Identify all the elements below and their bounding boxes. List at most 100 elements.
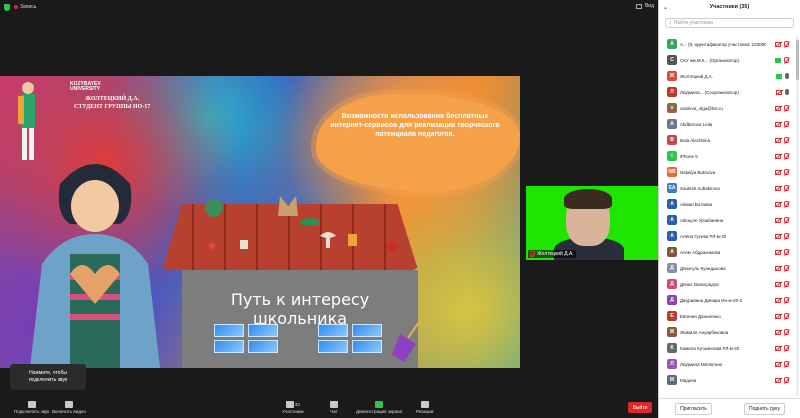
participant-name: Людмила... (Соорганизатор) bbox=[680, 89, 739, 95]
muted-mic-icon bbox=[530, 251, 535, 257]
participant-row[interactable]: А Айман Ботаева bbox=[659, 196, 800, 212]
video-button[interactable]: Включить видео bbox=[52, 401, 86, 414]
participant-row[interactable]: А Асем Абдрахимова bbox=[659, 244, 800, 260]
mic-off-icon bbox=[784, 313, 789, 319]
audio-toast[interactable]: Нажмите, чтобы подключить звук bbox=[10, 364, 86, 390]
participant-name: Мадина bbox=[680, 377, 697, 383]
participant-name: СКУ им.М.К... (Организатор) bbox=[680, 57, 740, 63]
reactions-button[interactable]: Реакции bbox=[416, 401, 433, 414]
mic-off-icon bbox=[784, 201, 789, 207]
mic-off-icon bbox=[784, 185, 789, 191]
meeting-topbar: Запись Вид bbox=[0, 0, 658, 14]
participant-name: Алёна Гусева РЛ-м-20 bbox=[680, 233, 727, 239]
mic-off-icon bbox=[784, 217, 789, 223]
participant-name: Евгения Даниленко bbox=[680, 313, 721, 319]
avatar: М bbox=[667, 375, 677, 385]
avatar: Д bbox=[667, 295, 677, 305]
share-screen-icon bbox=[374, 401, 383, 408]
view-button[interactable]: Вид bbox=[635, 3, 654, 9]
shared-screen-slide: KOZYBAYEV UNIVERSITY ЖОЛТЕЦКИЙ Д.А. СТУД… bbox=[0, 76, 520, 368]
video-name-tag: Жолтецкий Д.А. bbox=[528, 250, 576, 258]
avatar: К bbox=[667, 343, 677, 353]
mic-off-icon bbox=[784, 345, 789, 351]
leave-button[interactable]: Выйти bbox=[628, 402, 652, 413]
participant-row[interactable]: Е Евгения Даниленко bbox=[659, 308, 800, 324]
chevron-down-icon[interactable]: ⌄ bbox=[663, 4, 668, 11]
participant-row[interactable]: Д Джуравина Динара Ин-м-20-2 bbox=[659, 292, 800, 308]
camera-off-icon bbox=[775, 201, 781, 207]
chat-button[interactable]: Чат bbox=[330, 401, 338, 414]
participant-row[interactable]: A А... (9, идентификатор участника: 23305… bbox=[659, 36, 800, 52]
participant-row[interactable]: М Мадина bbox=[659, 372, 800, 388]
avatar: B bbox=[667, 135, 677, 145]
camera-off-icon bbox=[775, 121, 781, 127]
participants-button[interactable]: 33 Участники bbox=[282, 401, 304, 414]
participant-row[interactable]: NB Nataliya Bubnova bbox=[659, 164, 800, 180]
camera-off-icon bbox=[775, 217, 781, 223]
search-placeholder: Найти участника bbox=[673, 20, 713, 26]
camera-off-icon bbox=[775, 313, 781, 319]
participant-row[interactable]: A Akdberova Leila bbox=[659, 116, 800, 132]
logo-line2: UNIVERSITY bbox=[70, 86, 101, 92]
scrollbar-thumb[interactable] bbox=[796, 40, 799, 80]
audio-button[interactable]: Подключить звук bbox=[14, 401, 49, 414]
avatar: С bbox=[667, 55, 677, 65]
participant-row[interactable]: А Айсауле Урзабаевна bbox=[659, 212, 800, 228]
participant-search[interactable]: ⌕ Найти участника bbox=[665, 18, 794, 28]
participant-status bbox=[776, 73, 789, 79]
share-screen-button[interactable]: Демонстрация экрана bbox=[356, 401, 402, 414]
participant-row[interactable]: i iPhone 5 bbox=[659, 148, 800, 164]
participant-status bbox=[775, 217, 789, 223]
author-name: ЖОЛТЕЦКИЙ Д.А. bbox=[85, 96, 140, 102]
participant-name: Динагуль Куандыкова bbox=[680, 265, 726, 271]
service-window-5 bbox=[318, 324, 348, 337]
participant-row[interactable]: B Bota Alezhbina bbox=[659, 132, 800, 148]
participant-status bbox=[775, 233, 789, 239]
mic-on-icon bbox=[785, 89, 789, 95]
camera-off-icon bbox=[775, 233, 781, 239]
participant-list[interactable]: A А... (9, идентификатор участника: 23305… bbox=[659, 36, 800, 398]
participant-row[interactable]: v vasileva_olga@kst.ru bbox=[659, 100, 800, 116]
participant-row[interactable]: Д Денис Виноградов bbox=[659, 276, 800, 292]
participant-status bbox=[775, 345, 789, 351]
participant-row[interactable]: С СКУ им.М.К... (Организатор) bbox=[659, 52, 800, 68]
participant-row[interactable]: Ж Жолтецкий Д.А. bbox=[659, 68, 800, 84]
camera-off-icon bbox=[776, 89, 782, 95]
author-caption: ЖОЛТЕЦКИЙ Д.А. СТУДЕНТ ГРУППЫ ИО-17 bbox=[74, 95, 150, 111]
panel-footer: Пригласить Поднять руку bbox=[659, 398, 800, 418]
participant-status bbox=[775, 185, 789, 191]
video-person-hair bbox=[564, 189, 612, 209]
mic-on-icon bbox=[785, 73, 789, 79]
toast-line1: Нажмите, чтобы bbox=[29, 370, 67, 376]
shield-icon[interactable] bbox=[4, 3, 10, 11]
slide-title: Возможности использования бесплатных инт… bbox=[330, 113, 500, 138]
participant-row[interactable]: А Алёна Гусева РЛ-м-20 bbox=[659, 228, 800, 244]
participant-row[interactable]: Л Людмила... (Соорганизатор) bbox=[659, 84, 800, 100]
camera-on-icon bbox=[776, 73, 782, 79]
participant-status bbox=[775, 169, 789, 175]
participant-row[interactable]: Л Людмила Мелютина bbox=[659, 356, 800, 372]
participant-row[interactable]: К Камила Кутаиннова РЛ-м-20 bbox=[659, 340, 800, 356]
participant-scrollbar[interactable] bbox=[796, 36, 799, 396]
avatar: А bbox=[667, 199, 677, 209]
avatar: i bbox=[667, 151, 677, 161]
mic-off-icon bbox=[784, 137, 789, 143]
participant-name: Камила Кутаиннова РЛ-м-20 bbox=[680, 345, 740, 351]
participant-row[interactable]: SA Saulesh Aubakirova bbox=[659, 180, 800, 196]
roof-objects bbox=[205, 196, 397, 251]
video-off-icon bbox=[64, 401, 73, 408]
recording-indicator[interactable]: Запись bbox=[14, 4, 36, 10]
video-name-label: Жолтецкий Д.А. bbox=[537, 251, 574, 257]
participant-video[interactable]: Жолтецкий Д.А. bbox=[526, 186, 658, 260]
participant-row[interactable]: Ж Жамиля Ануарбековна bbox=[659, 324, 800, 340]
invite-button[interactable]: Пригласить bbox=[675, 402, 712, 415]
mic-off-icon bbox=[784, 121, 789, 127]
reactions-label: Реакции bbox=[416, 409, 434, 414]
participant-name: Денис Виноградов bbox=[680, 281, 719, 287]
raise-hand-button[interactable]: Поднять руку bbox=[744, 402, 785, 415]
participant-row[interactable]: Д Динагуль Куандыкова bbox=[659, 260, 800, 276]
broom-illustration bbox=[392, 305, 431, 362]
camera-off-icon bbox=[775, 185, 781, 191]
participant-name: Айсауле Урзабаевна bbox=[680, 217, 724, 223]
camera-off-icon bbox=[775, 153, 781, 159]
